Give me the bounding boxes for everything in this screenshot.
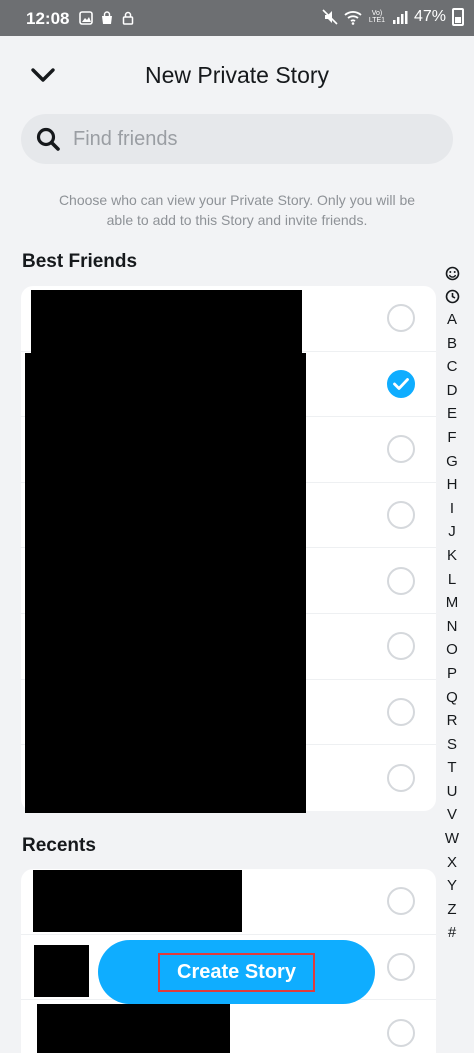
select-checkbox-checked[interactable] bbox=[387, 369, 415, 398]
status-notification-icons bbox=[79, 11, 135, 25]
index-letter[interactable]: R bbox=[447, 709, 458, 733]
index-letter[interactable]: B bbox=[447, 332, 457, 356]
index-letter[interactable]: P bbox=[447, 662, 457, 686]
redacted-block bbox=[25, 353, 306, 813]
section-title-best-friends: Best Friends bbox=[22, 251, 138, 272]
index-letter[interactable]: K bbox=[447, 544, 457, 568]
index-letter[interactable]: C bbox=[447, 355, 458, 379]
battery-percent: 47% bbox=[413, 8, 446, 25]
index-letter[interactable]: S bbox=[447, 733, 457, 757]
select-checkbox[interactable] bbox=[387, 697, 415, 726]
select-checkbox[interactable] bbox=[387, 632, 415, 661]
index-letter[interactable]: T bbox=[447, 756, 456, 780]
index-letter[interactable]: G bbox=[446, 450, 458, 474]
select-checkbox[interactable] bbox=[387, 566, 415, 595]
select-checkbox[interactable] bbox=[387, 763, 415, 792]
alphabet-index[interactable]: A B C D E F G H I J K L M N O P Q R S T … bbox=[440, 262, 464, 945]
lock-icon bbox=[122, 11, 134, 25]
index-letter[interactable]: Q bbox=[446, 686, 458, 710]
index-letter[interactable]: J bbox=[448, 520, 456, 544]
create-story-label: Create Story bbox=[158, 952, 315, 992]
status-right-icons: Vo) LTE1 47% bbox=[322, 8, 464, 26]
shopping-bag-icon bbox=[102, 11, 112, 24]
signal-icon bbox=[392, 11, 408, 24]
index-letter[interactable]: U bbox=[447, 780, 458, 804]
select-checkbox[interactable] bbox=[387, 1018, 415, 1047]
search-input[interactable] bbox=[73, 127, 403, 151]
redacted-block bbox=[34, 945, 89, 997]
wifi-icon bbox=[344, 11, 362, 25]
status-time: 12:08 bbox=[26, 9, 70, 28]
redacted-block bbox=[33, 870, 242, 932]
index-letter[interactable]: E bbox=[447, 402, 457, 426]
smiley-icon[interactable] bbox=[445, 266, 460, 281]
mute-icon bbox=[322, 9, 338, 25]
index-letter[interactable]: W bbox=[445, 827, 459, 851]
clock-icon[interactable] bbox=[445, 289, 460, 304]
index-letter[interactable]: Z bbox=[447, 898, 456, 922]
index-letter[interactable]: V bbox=[447, 803, 457, 827]
select-checkbox[interactable] bbox=[387, 304, 415, 333]
section-title-recents: Recents bbox=[22, 835, 96, 856]
index-letter[interactable]: X bbox=[447, 851, 457, 875]
index-letter[interactable]: D bbox=[447, 379, 458, 403]
status-bar: 12:08 Vo) LTE1 47% bbox=[0, 0, 474, 36]
index-letter[interactable]: A bbox=[447, 308, 457, 332]
index-letter[interactable]: N bbox=[447, 615, 458, 639]
index-letter[interactable]: M bbox=[446, 591, 459, 615]
search-icon bbox=[36, 127, 60, 151]
gallery-icon bbox=[79, 11, 93, 25]
index-letter[interactable]: # bbox=[448, 921, 456, 945]
select-checkbox[interactable] bbox=[387, 887, 415, 916]
search-bar[interactable] bbox=[21, 114, 453, 164]
network-label: Vo) LTE1 bbox=[368, 10, 386, 24]
index-letter[interactable]: I bbox=[450, 497, 454, 521]
description-text: Choose who can view your Private Story. … bbox=[58, 192, 416, 228]
redacted-block bbox=[37, 1004, 230, 1053]
index-letter[interactable]: O bbox=[446, 638, 458, 662]
select-checkbox[interactable] bbox=[387, 435, 415, 464]
page-title: New Private Story bbox=[144, 62, 330, 88]
index-letter[interactable]: H bbox=[447, 473, 458, 497]
checkmark-icon bbox=[393, 377, 409, 390]
index-letter[interactable]: F bbox=[447, 426, 456, 450]
redacted-block bbox=[31, 290, 302, 356]
select-checkbox[interactable] bbox=[387, 501, 415, 530]
select-checkbox[interactable] bbox=[387, 952, 415, 981]
index-letter[interactable]: Y bbox=[447, 874, 457, 898]
battery-icon bbox=[452, 8, 464, 26]
create-story-button[interactable]: Create Story bbox=[98, 940, 375, 1004]
index-letter[interactable]: L bbox=[448, 568, 456, 592]
